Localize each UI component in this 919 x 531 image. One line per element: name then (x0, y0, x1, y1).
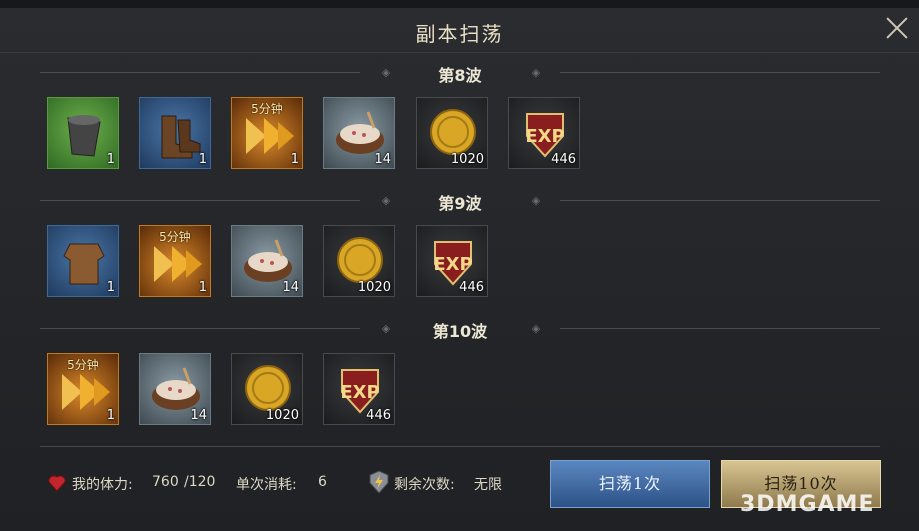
footer-divider (40, 446, 880, 447)
divider-line (560, 72, 880, 73)
wave-label: 第9波 (438, 194, 482, 213)
reward-item[interactable]: 5分钟 1 (47, 353, 119, 425)
item-quantity: 1 (106, 152, 115, 167)
reward-item[interactable]: EXP 446 (323, 353, 395, 425)
sweep-dialog: 副本扫荡 ◈ 第8波 ◈ 1 1 5分钟 1 14 1020 EXP 446 ◈… (0, 0, 919, 531)
reward-item[interactable]: EXP 446 (416, 225, 488, 297)
svg-text:EXP: EXP (433, 254, 472, 275)
reward-item[interactable]: 5分钟 1 (231, 97, 303, 169)
reward-item[interactable]: 14 (231, 225, 303, 297)
lightning-icon (369, 470, 389, 494)
ornament-icon: ◈ (531, 194, 541, 207)
reward-item[interactable]: 14 (323, 97, 395, 169)
divider-line (560, 328, 880, 329)
item-quantity: 1020 (450, 152, 484, 167)
wave-header: ◈ 第8波 ◈ (40, 60, 880, 86)
reward-item[interactable]: 1 (139, 97, 211, 169)
dialog-title: 副本扫荡 (415, 22, 504, 46)
item-quantity: 1 (198, 152, 207, 167)
item-quantity: 446 (366, 408, 391, 423)
item-quantity: 1 (198, 280, 207, 295)
item-quantity: 1 (106, 408, 115, 423)
item-quantity: 1 (106, 280, 115, 295)
close-icon[interactable] (883, 14, 911, 42)
cost-value: 6 (318, 474, 327, 490)
reward-item[interactable]: 1020 (231, 353, 303, 425)
reward-item[interactable]: 1020 (323, 225, 395, 297)
ornament-icon: ◈ (531, 322, 541, 335)
item-tag: 5分钟 (159, 230, 191, 244)
ornament-icon: ◈ (531, 66, 541, 79)
item-quantity: 14 (190, 408, 207, 423)
item-quantity: 14 (282, 280, 299, 295)
reward-item[interactable]: 1 (47, 225, 119, 297)
reward-item[interactable]: EXP 446 (508, 97, 580, 169)
svg-text:EXP: EXP (525, 126, 564, 147)
reward-item[interactable]: 1020 (416, 97, 488, 169)
top-strip (0, 0, 919, 8)
wave-label: 第10波 (432, 322, 488, 341)
reward-item[interactable]: 1 (47, 97, 119, 169)
svg-text:EXP: EXP (340, 382, 379, 403)
item-quantity: 1020 (265, 408, 299, 423)
stamina-label: 我的体力: (72, 477, 133, 493)
title-bar: 副本扫荡 (0, 8, 919, 53)
remaining-label: 剩余次数: (394, 477, 455, 493)
remaining-value: 无限 (474, 477, 502, 493)
item-quantity: 1020 (357, 280, 391, 295)
watermark-text: 3DMGAME (740, 492, 875, 517)
item-tag: 5分钟 (67, 358, 99, 372)
divider-line (560, 200, 880, 201)
stamina-value: 760 (152, 474, 179, 490)
heart-icon (48, 475, 66, 492)
item-quantity: 446 (459, 280, 484, 295)
stamina-max: /120 (184, 474, 216, 490)
item-quantity: 1 (290, 152, 299, 167)
reward-item[interactable]: 14 (139, 353, 211, 425)
reward-item[interactable]: 5分钟 1 (139, 225, 211, 297)
wave-label: 第8波 (438, 66, 482, 85)
cost-label: 单次消耗: (236, 477, 297, 493)
item-quantity: 446 (551, 152, 576, 167)
wave-header: ◈ 第10波 ◈ (40, 316, 880, 342)
item-quantity: 14 (374, 152, 391, 167)
wave-header: ◈ 第9波 ◈ (40, 188, 880, 214)
sweep-once-button[interactable]: 扫荡1次 (550, 460, 710, 508)
item-tag: 5分钟 (251, 102, 283, 116)
